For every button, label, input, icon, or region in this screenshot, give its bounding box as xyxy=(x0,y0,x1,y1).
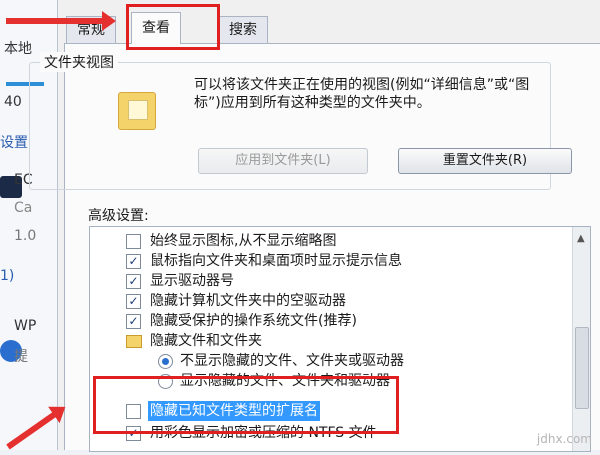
tab-search[interactable]: 搜索 xyxy=(218,16,268,43)
background-text-1: 本地 xyxy=(4,41,32,57)
folder-icon xyxy=(118,92,156,130)
background-link-1[interactable]: 1) xyxy=(0,268,14,284)
setting-label: 隐藏受保护的操作系统文件(推荐) xyxy=(150,313,357,329)
checkbox-checked[interactable]: ✓ xyxy=(126,254,141,269)
background-text-7: 提 xyxy=(14,349,28,365)
option-label: 不显示隐藏的文件、文件夹或驱动器 xyxy=(180,353,404,369)
checkbox[interactable] xyxy=(126,234,141,249)
setting-label: 始终显示图标,从不显示缩略图 xyxy=(150,233,337,249)
scroll-thumb[interactable] xyxy=(575,327,589,409)
tab-view[interactable]: 查看 xyxy=(131,12,181,44)
background-link-settings[interactable]: 设置 xyxy=(0,132,28,152)
checkbox-checked[interactable]: ✓ xyxy=(126,314,141,329)
watermark: jdhx.com xyxy=(536,432,592,446)
apply-to-folders-button[interactable]: 应用到文件夹(L) xyxy=(198,148,368,174)
advanced-settings-label: 高级设置: xyxy=(88,208,149,224)
background-text-6: WP xyxy=(14,318,37,334)
reset-folders-button[interactable]: 重置文件夹(R) xyxy=(398,148,572,174)
folder-views-title: 文件夹视图 xyxy=(40,52,118,72)
scroll-up-arrow-icon[interactable]: ▲ xyxy=(577,233,585,244)
background-text-5: 1.0 xyxy=(14,228,37,244)
setting-label: 隐藏计算机文件夹中的空驱动器 xyxy=(150,293,346,309)
background-text-2: 40 xyxy=(4,94,22,110)
tab-bar: 常规 查看 搜索 xyxy=(58,12,600,44)
folder-views-description: 可以将该文件夹正在使用的视图(例如“详细信息”或“图标”)应用到所有这种类型的文… xyxy=(194,77,530,111)
background-text-4: Ca xyxy=(14,200,33,216)
annotation-box-hide-extensions xyxy=(93,376,399,434)
setting-label: 显示驱动器号 xyxy=(150,273,234,289)
annotation-arrow-icon xyxy=(6,11,116,31)
radio-selected[interactable] xyxy=(158,354,173,369)
checkbox-checked[interactable]: ✓ xyxy=(126,274,141,289)
setting-label: 鼠标指向文件夹和桌面项时显示提示信息 xyxy=(150,253,402,269)
folder-icon xyxy=(126,335,142,348)
setting-label: 隐藏文件和文件夹 xyxy=(150,333,262,349)
scrollbar[interactable]: ▲ xyxy=(572,227,590,451)
checkbox-checked[interactable]: ✓ xyxy=(126,294,141,309)
